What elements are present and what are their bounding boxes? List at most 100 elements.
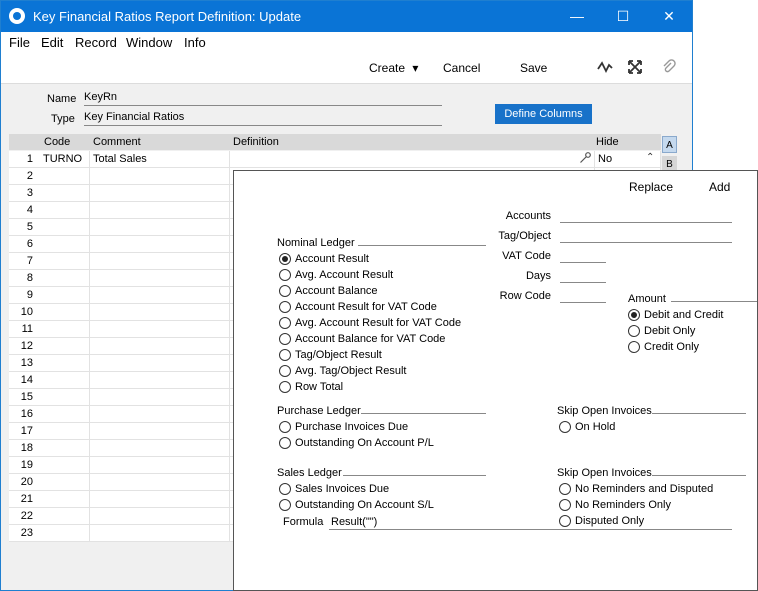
col-comment-header[interactable]: Comment	[93, 136, 141, 148]
radio-option[interactable]: No Reminders Only	[559, 498, 671, 512]
radio-option[interactable]: Account Result	[279, 252, 369, 266]
menu-file[interactable]: File	[9, 35, 30, 50]
radio-option[interactable]: Disputed Only	[559, 514, 644, 528]
col-definition-header[interactable]: Definition	[233, 136, 279, 148]
radio-icon[interactable]	[279, 285, 291, 297]
comment-cell[interactable]	[90, 389, 230, 406]
code-cell[interactable]	[40, 491, 90, 508]
tag-object-field[interactable]	[560, 242, 732, 243]
radio-option[interactable]: On Hold	[559, 420, 615, 434]
code-cell[interactable]	[40, 202, 90, 219]
replace-button[interactable]: Replace	[629, 180, 673, 194]
comment-cell[interactable]	[90, 202, 230, 219]
code-cell[interactable]	[40, 270, 90, 287]
comment-cell[interactable]	[90, 440, 230, 457]
comment-cell[interactable]	[90, 508, 230, 525]
code-cell[interactable]	[40, 406, 90, 423]
key-icon[interactable]	[579, 152, 591, 167]
code-cell[interactable]	[40, 185, 90, 202]
paperclip-icon[interactable]	[661, 59, 677, 79]
comment-cell[interactable]	[90, 287, 230, 304]
code-cell[interactable]	[40, 304, 90, 321]
radio-icon[interactable]	[279, 269, 291, 281]
radio-icon[interactable]	[279, 437, 291, 449]
comment-cell[interactable]	[90, 168, 230, 185]
expand-icon[interactable]	[627, 59, 643, 79]
code-cell[interactable]	[40, 508, 90, 525]
menu-info[interactable]: Info	[184, 35, 206, 50]
comment-cell[interactable]	[90, 253, 230, 270]
type-field[interactable]: Key Financial Ratios	[84, 111, 442, 126]
comment-cell[interactable]: Total Sales	[90, 151, 230, 168]
minimize-icon[interactable]: —	[554, 1, 600, 32]
radio-option[interactable]: Credit Only	[628, 340, 699, 354]
name-field[interactable]: KeyRn	[84, 91, 442, 106]
comment-cell[interactable]	[90, 355, 230, 372]
code-cell[interactable]	[40, 236, 90, 253]
code-cell[interactable]	[40, 253, 90, 270]
radio-icon[interactable]	[559, 421, 571, 433]
radio-icon[interactable]	[628, 309, 640, 321]
define-columns-button[interactable]: Define Columns	[495, 104, 592, 124]
formula-field[interactable]: Result("")	[331, 516, 377, 528]
radio-option[interactable]: Row Total	[279, 380, 343, 394]
comment-cell[interactable]	[90, 406, 230, 423]
activity-icon[interactable]	[597, 59, 613, 79]
comment-cell[interactable]	[90, 372, 230, 389]
radio-icon[interactable]	[279, 301, 291, 313]
vat-code-field[interactable]	[560, 262, 606, 263]
code-cell[interactable]	[40, 321, 90, 338]
menu-edit[interactable]: Edit	[41, 35, 63, 50]
radio-icon[interactable]	[279, 365, 291, 377]
code-cell[interactable]: TURNO	[40, 151, 90, 168]
code-cell[interactable]	[40, 168, 90, 185]
code-cell[interactable]	[40, 389, 90, 406]
save-button[interactable]: Save	[520, 61, 547, 75]
row-code-field[interactable]	[560, 302, 606, 303]
comment-cell[interactable]	[90, 423, 230, 440]
comment-cell[interactable]	[90, 219, 230, 236]
comment-cell[interactable]	[90, 270, 230, 287]
radio-icon[interactable]	[628, 325, 640, 337]
comment-cell[interactable]	[90, 525, 230, 542]
radio-option[interactable]: Avg. Tag/Object Result	[279, 364, 407, 378]
code-cell[interactable]	[40, 355, 90, 372]
code-cell[interactable]	[40, 440, 90, 457]
menu-record[interactable]: Record	[75, 35, 117, 50]
maximize-icon[interactable]: ☐	[600, 1, 646, 32]
comment-cell[interactable]	[90, 321, 230, 338]
comment-cell[interactable]	[90, 304, 230, 321]
code-cell[interactable]	[40, 287, 90, 304]
cancel-button[interactable]: Cancel	[443, 61, 480, 75]
col-code-header[interactable]: Code	[44, 136, 70, 148]
radio-icon[interactable]	[279, 253, 291, 265]
comment-cell[interactable]	[90, 338, 230, 355]
comment-cell[interactable]	[90, 474, 230, 491]
tab-a[interactable]: A	[662, 136, 677, 153]
days-field[interactable]	[560, 282, 606, 283]
radio-icon[interactable]	[559, 483, 571, 495]
code-cell[interactable]	[40, 372, 90, 389]
table-row[interactable]: 1 TURNO Total Sales No ⌃	[9, 151, 661, 168]
comment-cell[interactable]	[90, 185, 230, 202]
col-hide-header[interactable]: Hide	[596, 136, 619, 148]
radio-icon[interactable]	[279, 381, 291, 393]
radio-icon[interactable]	[279, 317, 291, 329]
radio-icon[interactable]	[279, 421, 291, 433]
radio-option[interactable]: No Reminders and Disputed	[559, 482, 713, 496]
radio-option[interactable]: Avg. Account Result	[279, 268, 393, 282]
code-cell[interactable]	[40, 338, 90, 355]
comment-cell[interactable]	[90, 236, 230, 253]
definition-cell[interactable]	[230, 151, 595, 168]
code-cell[interactable]	[40, 525, 90, 542]
radio-icon[interactable]	[279, 499, 291, 511]
radio-option[interactable]: Account Result for VAT Code	[279, 300, 437, 314]
radio-option[interactable]: Outstanding On Account S/L	[279, 498, 434, 512]
radio-icon[interactable]	[279, 349, 291, 361]
add-button[interactable]: Add	[709, 180, 730, 194]
radio-icon[interactable]	[628, 341, 640, 353]
radio-icon[interactable]	[559, 515, 571, 527]
close-icon[interactable]: ✕	[646, 1, 692, 32]
radio-icon[interactable]	[559, 499, 571, 511]
radio-option[interactable]: Debit and Credit	[628, 308, 724, 322]
